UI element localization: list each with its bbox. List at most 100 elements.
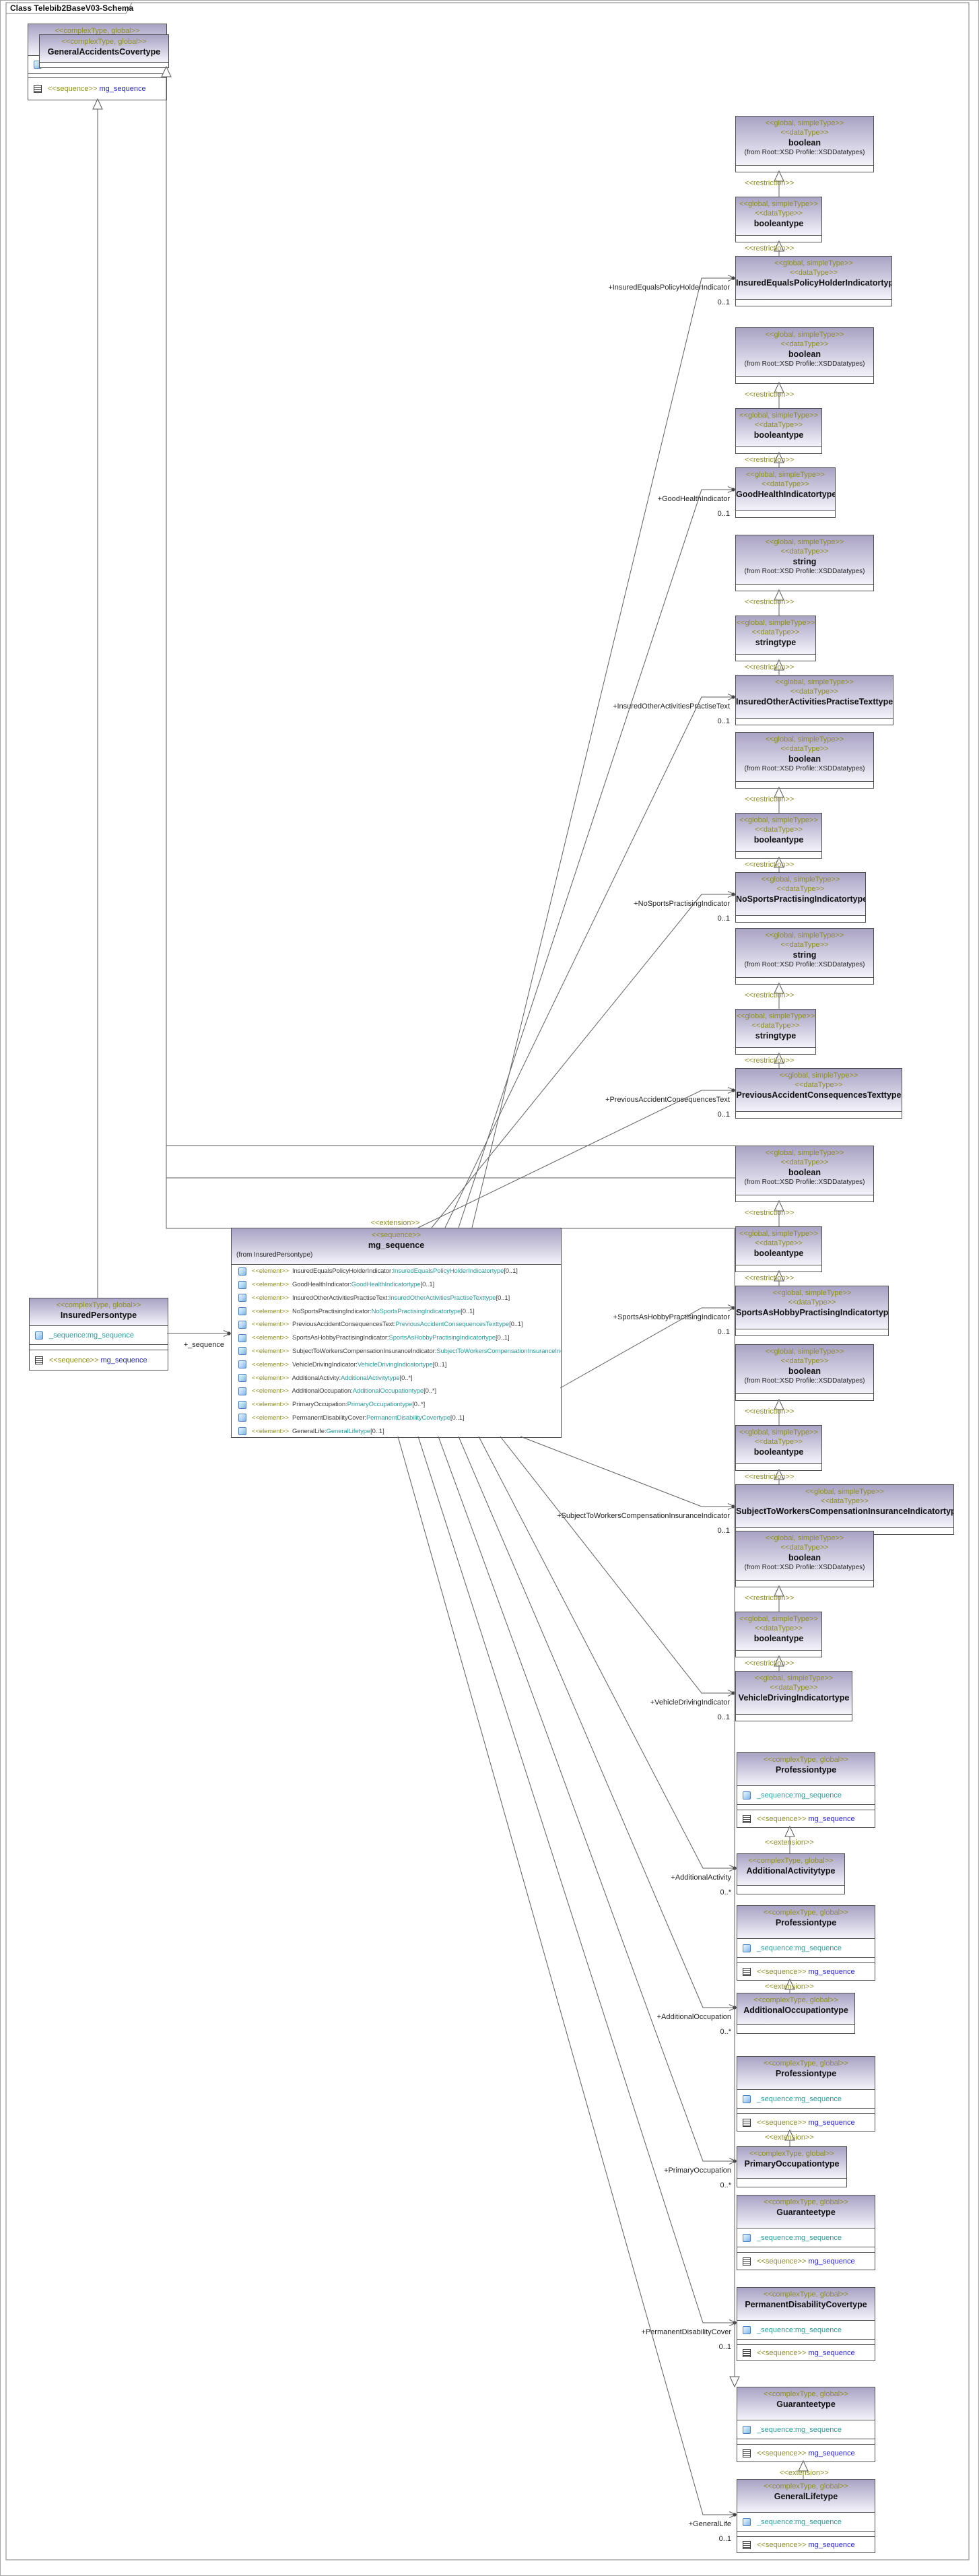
text-label: SportsAsHobbyPractisingIndicator: <box>292 1334 389 1342</box>
attribute-row[interactable]: _sequence:mg_sequence <box>737 2420 875 2439</box>
element-row[interactable]: <<element>> NoSportsPractisingIndicator:… <box>232 1304 561 1318</box>
class-Guaranteetype[interactable]: <<complexType, global>>Guaranteetype _seq… <box>737 2195 875 2270</box>
text-label: PrimaryOccupation: <box>292 1401 347 1408</box>
element-text: <<element>> GeneralLife:GeneralLifetype[… <box>252 1428 384 1435</box>
class-PreviousAccidentConsequencesTexttype[interactable]: <<global, simpleType>><<dataType>>Previo… <box>735 1068 902 1119</box>
element-row[interactable]: <<element>> PrimaryOccupation:PrimaryOcc… <box>232 1398 561 1412</box>
class-name: GeneralLifetype <box>737 2491 875 2502</box>
text-label: PermanentDisabilityCovertype <box>366 1414 450 1422</box>
text-label: _sequence:mg_sequence <box>757 2326 842 2334</box>
text-label: <<element>> <box>252 1308 292 1315</box>
text-label: GoodHealthIndicatortype <box>351 1281 421 1288</box>
class-Guaranteetype[interactable]: <<complexType, global>>Guaranteetype_seq… <box>737 2387 875 2462</box>
sequence-row[interactable]: <<sequence>> mg_sequence <box>737 2113 875 2131</box>
class-boolean[interactable]: <<global, simpleType>><<dataType>>boolea… <box>735 1531 874 1587</box>
element-row[interactable]: <<element>> GeneralLife:GeneralLifetype[… <box>232 1424 561 1437</box>
class-header: <<complexType, global>>Guaranteetype <box>737 2195 875 2228</box>
element-row[interactable]: <<element>> GoodHealthIndicator:GoodHeal… <box>232 1278 561 1292</box>
class-header: <<global, simpleType>><<dataType>>boolea… <box>736 1345 873 1393</box>
class-name: string <box>736 950 873 960</box>
class-GeneralAccidentsCovertype[interactable]: <<complexType, global>>GeneralAccidentsC… <box>39 34 169 68</box>
class-string[interactable]: <<global, simpleType>><<dataType>>string… <box>735 535 874 591</box>
class-boolean[interactable]: <<global, simpleType>><<dataType>>boolea… <box>735 732 874 789</box>
sequence-row[interactable]: <<sequence>> mg_sequence <box>28 77 166 100</box>
attribute-row[interactable]: _sequence:mg_sequence <box>30 1325 168 1344</box>
sequence-row[interactable]: <<sequence>> mg_sequence <box>737 2444 875 2462</box>
stereotype-label: <<global, simpleType>> <box>736 931 873 940</box>
text-label: <<sequence>> <box>757 1968 806 1976</box>
stereotype-label: <<global, simpleType>> <box>736 678 893 687</box>
element-row[interactable]: <<element>> SportsAsHobbyPractisingIndic… <box>232 1331 561 1345</box>
class-boolean[interactable]: <<global, simpleType>><<dataType>>boolea… <box>735 327 874 384</box>
sequence-row[interactable]: <<sequence>> mg_sequence <box>30 1350 168 1370</box>
class-NoSportsPractisingIndicatortype[interactable]: <<global, simpleType>><<dataType>>NoSpor… <box>735 872 866 923</box>
element-row[interactable]: <<element>> PermanentDisabilityCover:Per… <box>232 1411 561 1424</box>
class-Professiontype[interactable]: <<complexType, global>>Professiontype_se… <box>737 1752 875 1828</box>
sequence-row[interactable]: <<sequence>> mg_sequence <box>737 2252 875 2270</box>
stereotype-label: <<complexType, global>> <box>737 2059 875 2068</box>
class-SubjectToWorkersCompensationInsuranceIndicatortype[interactable]: <<global, simpleType>><<dataType>>Subjec… <box>735 1484 954 1535</box>
text-label: _sequence:mg_sequence <box>757 2426 842 2434</box>
class-booleantype[interactable]: <<global, simpleType>><<dataType>>boolea… <box>735 1226 822 1272</box>
class-booleantype[interactable]: <<global, simpleType>><<dataType>>boolea… <box>735 1425 822 1471</box>
class-name: Guaranteetype <box>737 2399 875 2410</box>
class-PermanentDisabilityCovertype[interactable]: <<complexType, global>>PermanentDisabili… <box>737 2287 875 2361</box>
class-InsuredOtherActivitiesPractiseTexttype[interactable]: <<global, simpleType>><<dataType>>Insure… <box>735 675 893 725</box>
attribute-row[interactable]: _sequence:mg_sequence <box>737 2512 875 2531</box>
class-name: mg_sequence <box>232 1240 561 1251</box>
class-InsuredEqualsPolicyHolderIndicatortype[interactable]: <<global, simpleType>><<dataType>>Insure… <box>735 256 892 306</box>
attribute-row[interactable]: _sequence:mg_sequence <box>737 2228 875 2247</box>
class-Professiontype[interactable]: <<complexType, global>>Professiontype_se… <box>737 2056 875 2132</box>
element-row[interactable]: <<element>> AdditionalActivity:Additiona… <box>232 1371 561 1385</box>
element-row[interactable]: <<element>> SubjectToWorkersCompensation… <box>232 1345 561 1358</box>
text-label: _sequence:mg_sequence <box>757 2234 842 2242</box>
class-booleantype[interactable]: <<global, simpleType>><<dataType>>boolea… <box>735 197 822 242</box>
class-stringtype[interactable]: <<global, simpleType>><<dataType>>string… <box>735 1009 816 1055</box>
class-AdditionalActivitytype[interactable]: <<complexType, global>>AdditionalActivit… <box>737 1853 845 1894</box>
text-label: InsuredOtherActivitiesPractiseTexttype <box>389 1294 496 1302</box>
class-boolean[interactable]: <<global, simpleType>><<dataType>>boolea… <box>735 1146 874 1202</box>
text-label: <<element>> <box>252 1375 292 1382</box>
element-row[interactable]: <<element>> InsuredOtherActivitiesPracti… <box>232 1292 561 1305</box>
class-AdditionalOccupationtype[interactable]: <<complexType, global>>AdditionalOccupat… <box>737 1993 855 2034</box>
class-booleantype[interactable]: <<global, simpleType>><<dataType>>boolea… <box>735 408 822 454</box>
class-stringtype[interactable]: <<global, simpleType>><<dataType>>string… <box>735 616 816 661</box>
class-booleantype[interactable]: <<global, simpleType>><<dataType>>boolea… <box>735 813 822 859</box>
empty-compartment <box>736 1393 873 1400</box>
element-text: <<element>> VehicleDrivingIndicator:Vehi… <box>252 1361 446 1368</box>
class-name: boolean <box>736 137 873 148</box>
class-GoodHealthIndicatortype[interactable]: <<global, simpleType>><<dataType>>GoodHe… <box>735 467 836 518</box>
attribute-row[interactable]: _sequence:mg_sequence <box>737 2089 875 2108</box>
class-PrimaryOccupationtype[interactable]: <<complexType, global>>PrimaryOccupation… <box>737 2146 847 2187</box>
stereotype-label: <<complexType, global>> <box>737 1995 854 2005</box>
element-row[interactable]: <<element>> AdditionalOccupation:Additio… <box>232 1385 561 1398</box>
attribute-row[interactable]: _sequence:mg_sequence <box>737 1938 875 1957</box>
class-VehicleDrivingIndicatortype[interactable]: <<global, simpleType>><<dataType>>Vehicl… <box>735 1671 852 1721</box>
empty-compartment <box>737 2108 875 2113</box>
class-name: PrimaryOccupationtype <box>737 2158 846 2169</box>
class-header: <<global, simpleType>><<dataType>>Insure… <box>736 675 893 718</box>
element-row[interactable]: <<element>> PreviousAccidentConsequences… <box>232 1318 561 1331</box>
class-name: Professiontype <box>737 1917 875 1928</box>
class-GeneralLifetype[interactable]: <<complexType, global>>GeneralLifetype_s… <box>737 2479 875 2553</box>
sequence-row[interactable]: <<sequence>> mg_sequence <box>737 2344 875 2360</box>
class-booleantype[interactable]: <<global, simpleType>><<dataType>>boolea… <box>735 1612 822 1657</box>
class-name: boolean <box>736 1167 873 1178</box>
empty-compartment <box>737 2339 875 2344</box>
class-boolean[interactable]: <<global, simpleType>><<dataType>>boolea… <box>735 1344 874 1401</box>
class-boolean[interactable]: <<global, simpleType>><<dataType>>boolea… <box>735 116 874 172</box>
text-label: [0..1] <box>433 1361 447 1368</box>
sequence-row[interactable]: <<sequence>> mg_sequence <box>737 1810 875 1827</box>
class-string[interactable]: <<global, simpleType>><<dataType>>string… <box>735 928 874 985</box>
class-Professiontype[interactable]: <<complexType, global>>Professiontype_se… <box>737 1905 875 1981</box>
class-mg_sequence[interactable]: <<sequence>>mg_sequence(from InsuredPers… <box>231 1228 562 1438</box>
sequence-row[interactable]: <<sequence>> mg_sequence <box>737 1962 875 1980</box>
sequence-row[interactable]: <<sequence>> mg_sequence <box>737 2536 875 2552</box>
element-row[interactable]: <<element>> InsuredEqualsPolicyHolderInd… <box>232 1265 561 1278</box>
attribute-row[interactable]: _sequence:mg_sequence <box>737 1785 875 1804</box>
stereotype-label: <<dataType>> <box>736 1080 902 1090</box>
class-InsuredPersontype[interactable]: <<complexType, global>>InsuredPersontype… <box>29 1298 168 1370</box>
element-row[interactable]: <<element>> VehicleDrivingIndicator:Vehi… <box>232 1358 561 1371</box>
class-SportsAsHobbyPractisingIndicatortype[interactable]: <<global, simpleType>><<dataType>>Sports… <box>735 1286 889 1336</box>
attribute-row[interactable]: _sequence:mg_sequence <box>737 2320 875 2339</box>
